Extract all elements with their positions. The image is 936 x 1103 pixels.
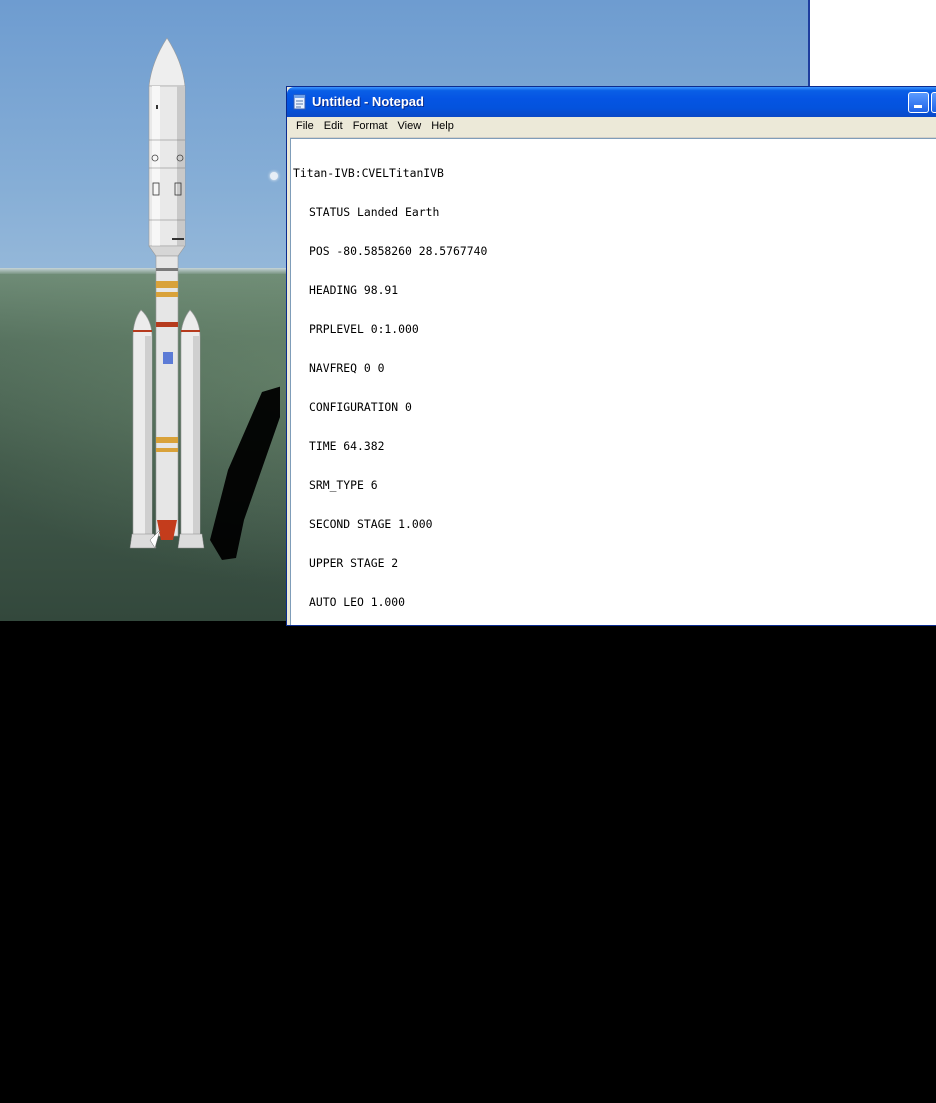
text-line: SHIFTFOCUS 1 bbox=[309, 751, 392, 765]
notepad-window[interactable]: Untitled - Notepad File Edit Format View Hel… bbox=[286, 86, 936, 1077]
text-line: HEADING 98.91 bbox=[309, 283, 399, 297]
text-line-last: END bbox=[293, 1064, 816, 1077]
text-line: THRUST_TERM 0 bbox=[309, 634, 399, 648]
background-window bbox=[808, 0, 936, 90]
notepad-icon[interactable] bbox=[293, 94, 306, 110]
menu-help[interactable]: Help bbox=[426, 117, 459, 132]
minimize-icon[interactable] bbox=[908, 92, 929, 113]
text-line: NUM_SRMS 0 bbox=[309, 829, 378, 843]
title-bar[interactable]: Untitled - Notepad bbox=[287, 87, 936, 117]
text-line: FAIRLOC -1.350 bbox=[309, 907, 406, 921]
text-line: END bbox=[293, 1063, 314, 1077]
text-line: POS -80.5858260 28.5767740 bbox=[309, 244, 488, 258]
text-line: PAYLOAD orbitTank shiny_tank shiny_tank … bbox=[309, 1024, 817, 1038]
text-line: FAIRING 615 bbox=[309, 868, 385, 882]
menu-format[interactable]: Format bbox=[348, 117, 393, 132]
text-line: SRM_TYPE 6 bbox=[309, 478, 378, 492]
text-line: TIME 64.382 bbox=[309, 439, 385, 453]
text-line: CONFIGURATION 0 bbox=[309, 400, 412, 414]
text-editor-area[interactable]: Titan-IVB:CVELTitanIVB STATUS Landed Ear… bbox=[290, 138, 936, 1077]
text-line: SECOND STAGE 1.000 bbox=[309, 517, 433, 531]
document-text[interactable]: Titan-IVB:CVELTitanIVB STATUS Landed Ear… bbox=[293, 141, 816, 1103]
menu-view[interactable]: View bbox=[393, 117, 427, 132]
text-line: AUTO LEO 1.000 bbox=[309, 595, 406, 609]
text-caret bbox=[314, 1064, 316, 1076]
menu-edit[interactable]: Edit bbox=[319, 117, 348, 132]
text-line: UPPER STAGE 2 bbox=[309, 556, 399, 570]
text-line: Titan-IVB:CVELTitanIVB bbox=[293, 166, 444, 180]
maximize-icon[interactable] bbox=[931, 92, 936, 113]
text-line: STATUS Landed Earth bbox=[309, 205, 440, 219]
text-line: CAMERA 0.000 0.000 0.000 bbox=[309, 946, 474, 960]
text-line: TGT_HEADING 90.000 bbox=[309, 673, 433, 687]
text-line: LAUNCH MJD 0.000 bbox=[309, 985, 419, 999]
text-line: PADBIAS -10.000 bbox=[309, 712, 412, 726]
text-line: STG2_RCS 0 bbox=[309, 790, 378, 804]
window-title: Untitled - Notepad bbox=[312, 94, 424, 109]
text-line: PRPLEVEL 0:1.000 bbox=[309, 322, 419, 336]
menu-file[interactable]: File bbox=[291, 117, 319, 132]
text-line: NAVFREQ 0 0 bbox=[309, 361, 385, 375]
menu-bar: File Edit Format View Help bbox=[290, 117, 936, 138]
titan-rocket bbox=[129, 37, 280, 560]
